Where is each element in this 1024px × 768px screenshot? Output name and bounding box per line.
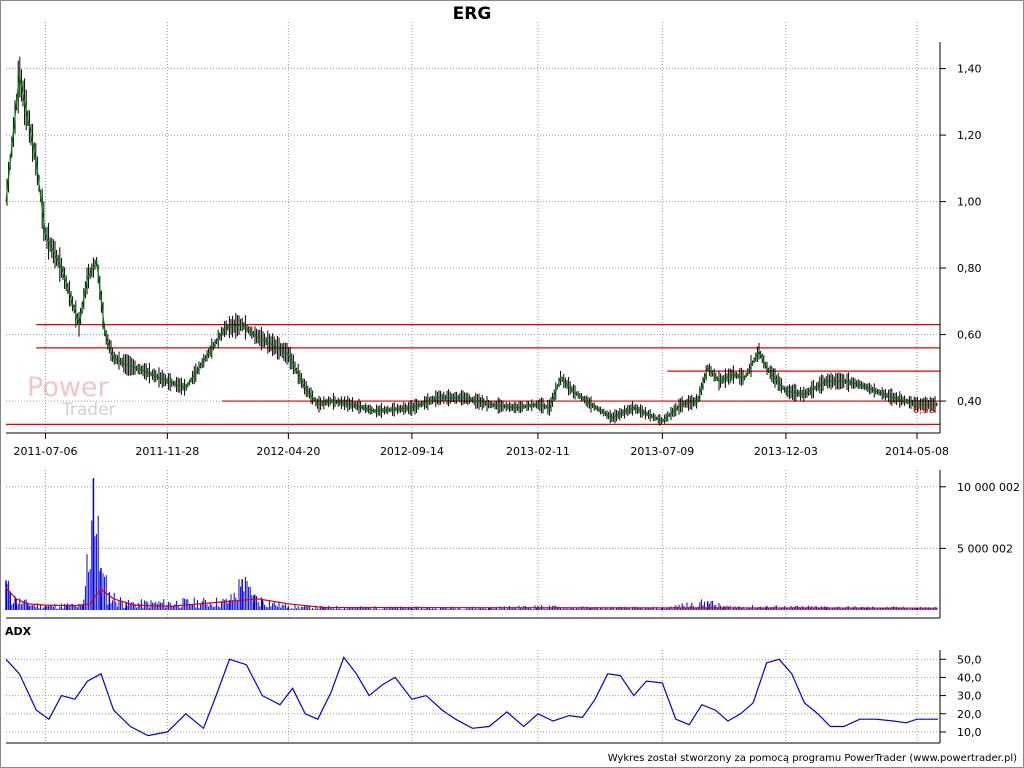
volume-panel: 10 000 002 5 000 002	[5, 470, 1020, 619]
volume-average-line	[5, 587, 939, 609]
adx-series	[5, 656, 938, 737]
date-tick-label: 2013-02-11	[506, 445, 570, 458]
adx-tick-label: 40,0	[957, 671, 982, 684]
price-tick-label: 0,60	[957, 329, 982, 342]
date-tick-label: 2012-09-14	[380, 445, 444, 458]
volume-gridlines	[6, 470, 940, 618]
volume-bars	[5, 478, 938, 610]
last-value-label: 0,33	[913, 405, 935, 416]
price-tick-label: 1,40	[957, 63, 982, 76]
adx-panel: ADX 50,0 40,0 30,0 20,0 10,0	[5, 625, 982, 744]
powertrader-watermark: Power Trader	[27, 372, 116, 420]
chart-canvas: ERG Power Trader 1,40 1,20 1,00 0,80 0,60 0,4…	[0, 0, 1024, 768]
volume-tick-label: 10 000 002	[957, 481, 1020, 494]
adx-gridlines	[6, 650, 940, 743]
price-tick-label: 0,80	[957, 262, 982, 275]
volume-tick-label: 5 000 002	[957, 542, 1013, 555]
date-tick-label: 2013-12-03	[754, 445, 818, 458]
price-panel: 1,401,201,000,800,600,40 2011-07-06 2011-…	[5, 22, 982, 458]
price-tick-label: 0,40	[957, 395, 982, 408]
volume-average-polyline	[5, 587, 939, 609]
adx-tick-label: 20,0	[957, 708, 982, 721]
volume-y-ticks: 10 000 002 5 000 002	[940, 481, 1020, 555]
price-tick-label: 1,20	[957, 129, 982, 142]
chart-frame	[0, 0, 1024, 768]
adx-tick-label: 50,0	[957, 653, 982, 666]
date-tick-label: 2013-07-09	[630, 445, 694, 458]
date-tick-label: 2012-04-20	[256, 445, 320, 458]
price-range-bars	[6, 56, 938, 426]
chart-title: ERG	[453, 4, 492, 24]
adx-line	[5, 656, 938, 737]
watermark-word-trader: Trader	[61, 400, 116, 420]
date-tick-label: 2014-05-08	[885, 445, 949, 458]
price-y-ticks: 1,40 1,20 1,00 0,80 0,60 0,40	[940, 63, 982, 408]
adx-tick-label: 10,0	[957, 726, 982, 739]
footer-credit: Wykres został stworzony za pomocą progra…	[608, 753, 1017, 764]
adx-tick-label: 30,0	[957, 690, 982, 703]
date-tick-label: 2011-11-28	[135, 445, 199, 458]
watermark-word-power: Power	[27, 372, 110, 403]
date-axis-ticks: 2011-07-06 2011-11-28 2012-04-20 2012-09-14…	[14, 433, 949, 458]
adx-y-ticks: 50,0 40,0 30,0 20,0 10,0	[940, 653, 982, 739]
adx-panel-title: ADX	[5, 625, 32, 638]
price-tick-label: 1,00	[957, 196, 982, 209]
date-tick-label: 2011-07-06	[14, 445, 78, 458]
